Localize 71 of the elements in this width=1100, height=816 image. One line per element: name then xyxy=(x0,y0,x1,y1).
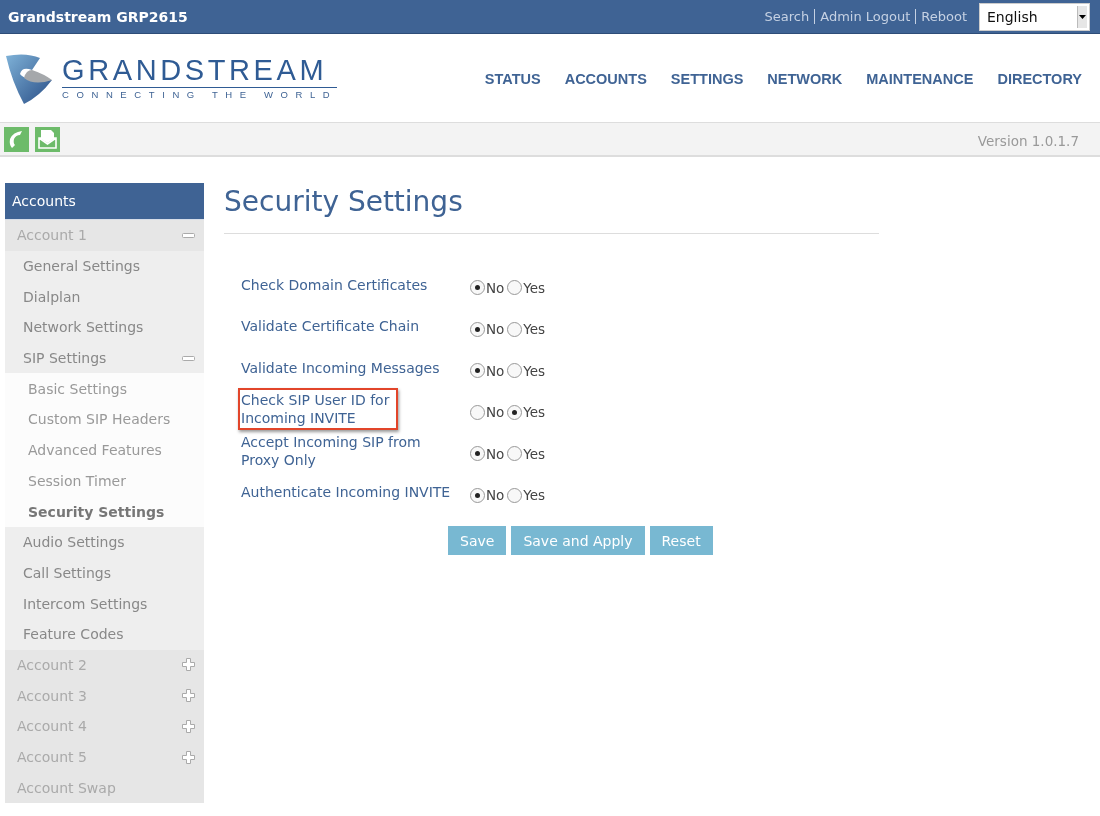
version-label: Version 1.0.1.7 xyxy=(977,133,1079,149)
radio-label: No xyxy=(486,321,505,338)
radio-button[interactable] xyxy=(507,321,523,337)
radio-button[interactable] xyxy=(507,363,523,379)
radio-label: Yes xyxy=(523,279,546,296)
header-link[interactable]: Admin Logout xyxy=(814,9,911,24)
setting-label: Validate Certificate Chain xyxy=(241,317,421,337)
nav-tab[interactable]: DIRECTORY xyxy=(997,71,1082,87)
sidebar-item[interactable]: Account 3 xyxy=(5,680,204,711)
expand-icon[interactable] xyxy=(182,719,195,733)
phone-icon[interactable] xyxy=(4,126,29,152)
sidebar-item[interactable]: Network Settings xyxy=(5,312,204,343)
form-button[interactable]: Reset xyxy=(649,526,713,555)
radio-label: No xyxy=(486,487,505,504)
header-link[interactable]: Reboot xyxy=(915,9,967,24)
window-title: Grandstream GRP2615 xyxy=(8,8,189,25)
radio-label: No xyxy=(486,445,505,462)
radio-label: Yes xyxy=(523,487,546,504)
language-select[interactable]: English xyxy=(979,2,1090,31)
sidebar-item[interactable]: Audio Settings xyxy=(5,526,204,558)
radio-label: No xyxy=(486,279,505,296)
dropdown-caret-icon xyxy=(1079,14,1086,19)
setting-label: Validate Incoming Messages xyxy=(241,358,441,378)
form-button[interactable]: Save xyxy=(448,526,507,555)
radio-label: No xyxy=(486,404,505,421)
nav-tab[interactable]: ACCOUNTS xyxy=(564,71,647,87)
radio-button[interactable] xyxy=(507,446,523,462)
radio-label: Yes xyxy=(523,321,546,338)
page-title: Security Settings xyxy=(224,183,879,234)
radio-label: Yes xyxy=(523,404,546,421)
radio-label: No xyxy=(486,362,505,379)
radio-button[interactable] xyxy=(470,446,485,462)
expand-icon[interactable] xyxy=(182,658,195,672)
logo-tagline: CONNECTING THE WORLD xyxy=(62,87,338,102)
radio-label: Yes xyxy=(523,362,546,379)
expand-icon[interactable] xyxy=(182,750,195,764)
sidebar-header: Accounts xyxy=(5,183,204,220)
radio-button[interactable] xyxy=(470,363,485,379)
nav-tab[interactable]: NETWORK xyxy=(767,71,843,87)
setting-label: Accept Incoming SIP from Proxy Only xyxy=(241,432,422,470)
sidebar-item[interactable]: Account 5 xyxy=(5,741,204,773)
setting-label: Check SIP User ID for Incoming INVITE xyxy=(238,388,398,431)
sidebar-item[interactable]: Account Swap xyxy=(5,772,204,804)
sidebar-item[interactable]: Account 1 xyxy=(5,220,204,251)
radio-button[interactable] xyxy=(470,487,485,503)
sidebar-item[interactable]: SIP Settings xyxy=(5,342,204,374)
radio-button[interactable] xyxy=(507,487,523,503)
logo-wordmark: GRANDSTREAM xyxy=(62,54,338,88)
sidebar-item[interactable]: Dialplan xyxy=(5,281,204,313)
sidebar-item[interactable]: Account 2 xyxy=(5,649,204,681)
radio-button[interactable] xyxy=(507,280,523,296)
radio-button[interactable] xyxy=(507,404,523,420)
sidebar-item[interactable]: Intercom Settings xyxy=(5,588,204,619)
header-link[interactable]: Search xyxy=(764,9,810,24)
radio-button[interactable] xyxy=(470,280,485,296)
radio-button[interactable] xyxy=(470,404,485,420)
nav-tab[interactable]: STATUS xyxy=(484,71,541,87)
mail-icon[interactable] xyxy=(35,126,60,152)
radio-label: Yes xyxy=(523,445,546,462)
sidebar-item[interactable]: Call Settings xyxy=(5,557,204,589)
expand-icon[interactable] xyxy=(182,689,195,703)
setting-label: Authenticate Incoming INVITE xyxy=(241,483,452,503)
radio-button[interactable] xyxy=(470,321,485,337)
nav-tab[interactable]: SETTINGS xyxy=(670,71,744,87)
logo-icon xyxy=(4,52,54,104)
sidebar-item[interactable]: Account 4 xyxy=(5,711,204,742)
setting-label: Check Domain Certificates xyxy=(241,275,429,295)
sidebar-item[interactable]: General Settings xyxy=(5,250,204,282)
sidebar-item[interactable]: Feature Codes xyxy=(5,618,204,650)
form-button[interactable]: Save and Apply xyxy=(511,526,645,555)
nav-tab[interactable]: MAINTENANCE xyxy=(866,71,974,87)
